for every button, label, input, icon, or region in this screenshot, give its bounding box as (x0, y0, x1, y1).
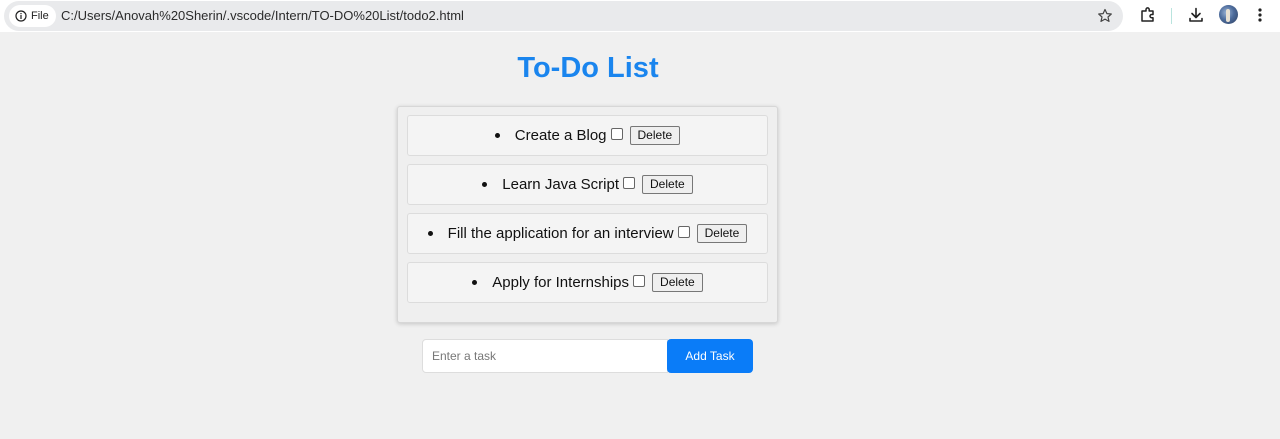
bookmark-star-icon[interactable] (1097, 8, 1113, 24)
more-vert-icon[interactable] (1251, 6, 1269, 24)
delete-button[interactable]: Delete (652, 273, 703, 292)
info-icon (15, 10, 27, 22)
avatar[interactable] (1219, 5, 1238, 24)
task-text: Apply for Internships (492, 274, 630, 291)
task-checkbox[interactable] (633, 274, 646, 287)
task-input[interactable] (422, 339, 668, 373)
bullet (472, 280, 478, 285)
delete-button[interactable]: Delete (629, 126, 681, 145)
browser-toolbar: File C:/Users/Anovah%20Sherin/.vscode/In… (0, 0, 1280, 32)
delete-button[interactable]: Delete (696, 224, 748, 243)
extensions-icon[interactable] (1139, 6, 1157, 24)
list-item: Create a Blog Delete (407, 115, 768, 156)
site-chip-label: File (31, 10, 49, 22)
task-checkbox[interactable] (677, 225, 690, 238)
bullet (427, 231, 433, 236)
add-task-button[interactable]: Add Task (667, 339, 753, 373)
downloads-icon[interactable] (1187, 6, 1205, 24)
site-info-chip[interactable]: File (9, 5, 56, 27)
list-item: Fill the application for an interview De… (407, 213, 768, 254)
list-item: Apply for Internships Delete (407, 262, 768, 303)
task-text: Learn Java Script (502, 176, 620, 193)
delete-button[interactable]: Delete (642, 175, 693, 194)
bullet (494, 133, 500, 138)
task-checkbox[interactable] (623, 176, 636, 189)
page-title: To-Do List (517, 52, 659, 84)
toolbar-separator (1171, 8, 1172, 24)
task-text: Fill the application for an interview (447, 225, 674, 242)
task-text: Create a Blog (514, 127, 607, 144)
address-bar[interactable]: File C:/Users/Anovah%20Sherin/.vscode/In… (4, 1, 1123, 31)
bullet (482, 182, 488, 187)
task-list: Create a Blog Delete Learn Java Script D… (397, 106, 778, 323)
list-item: Learn Java Script Delete (407, 164, 768, 205)
url-text[interactable]: C:/Users/Anovah%20Sherin/.vscode/Intern/… (61, 1, 464, 31)
task-checkbox[interactable] (610, 127, 623, 140)
